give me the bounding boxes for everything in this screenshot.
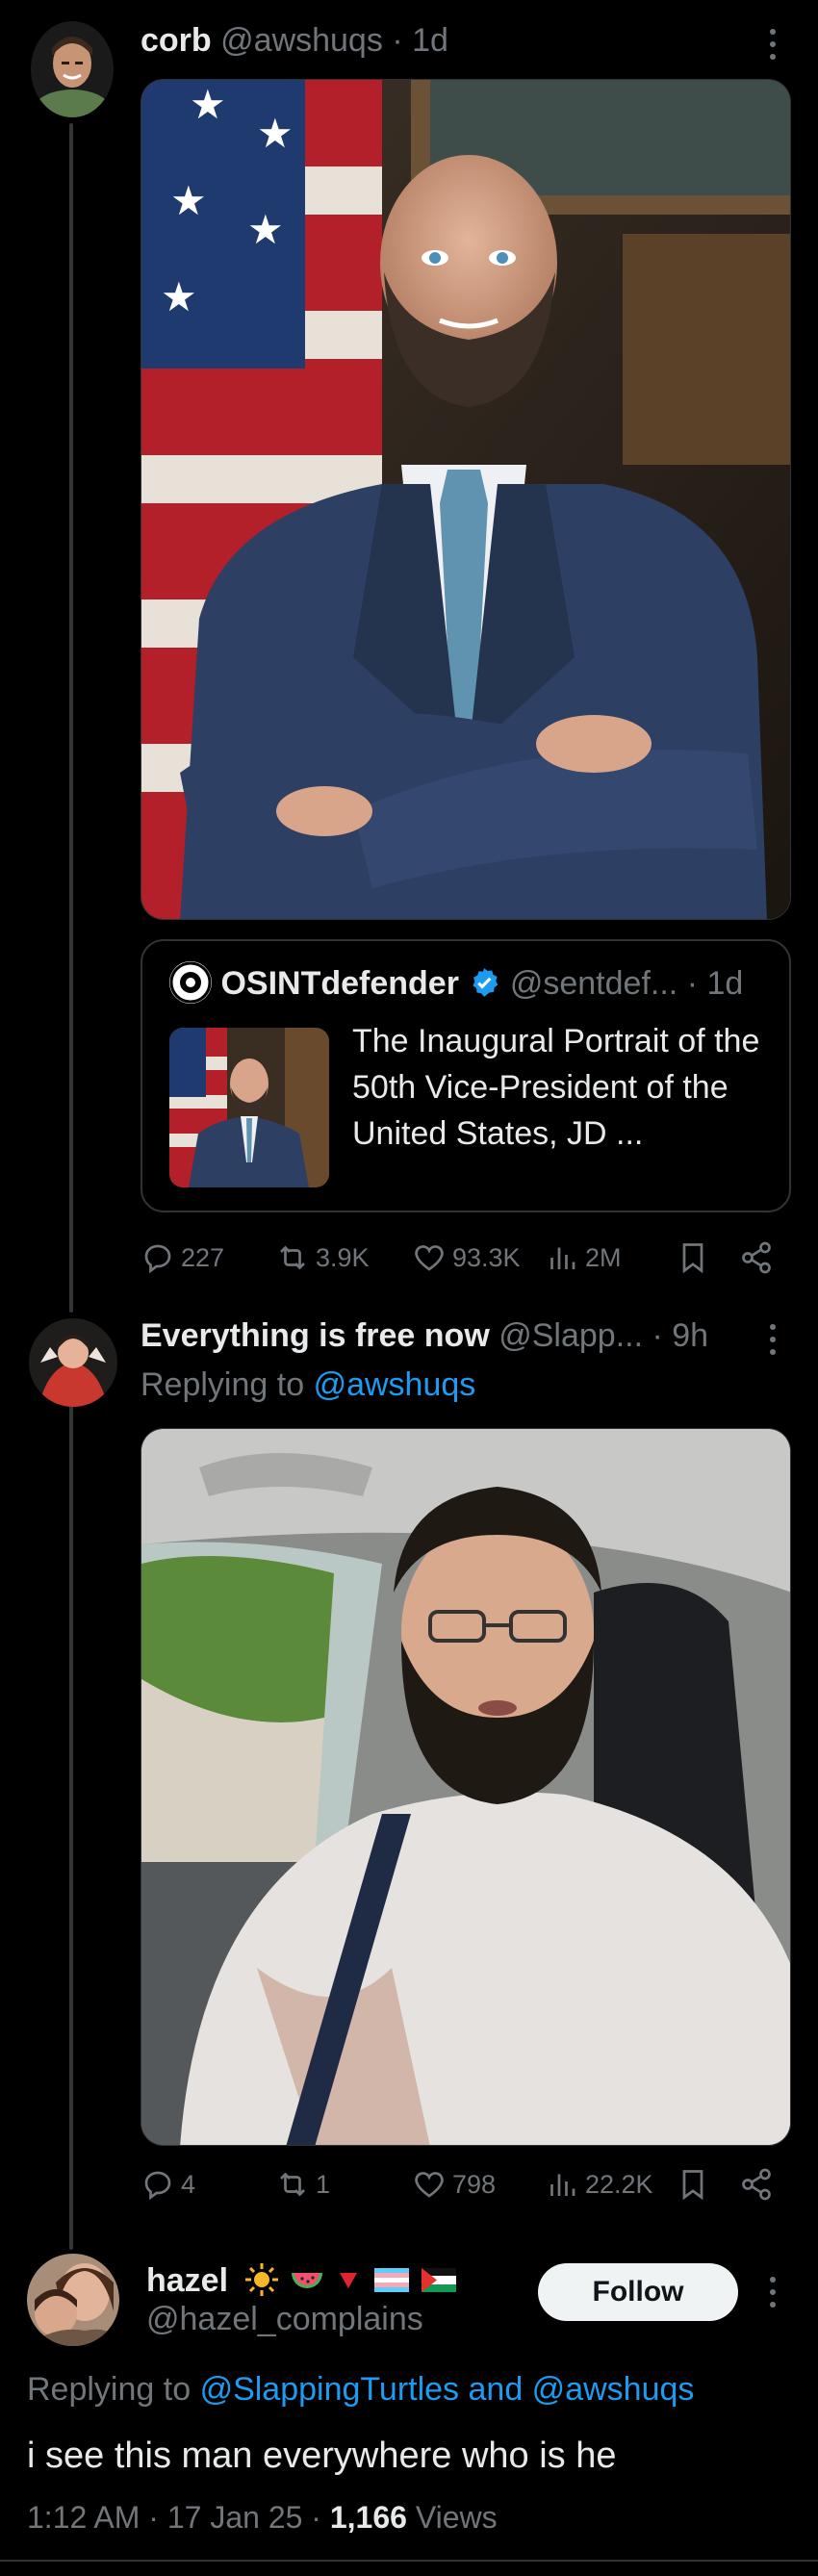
author-handle[interactable]: @hazel_complains — [146, 2301, 423, 2337]
views-count: 1,166 — [329, 2500, 407, 2535]
watermelon-emoji-icon — [289, 2261, 325, 2298]
view-count: 2M — [585, 1242, 622, 1272]
reply-icon — [144, 2171, 171, 2201]
quote-thumbnail[interactable] — [169, 1028, 329, 1187]
quote-text: The Inaugural Portrait of the 50th Vice-… — [352, 1023, 760, 1152]
sun-emoji-icon — [243, 2261, 280, 2298]
svg-text:★: ★ — [257, 110, 294, 157]
svg-text:★: ★ — [161, 273, 197, 320]
reply-button[interactable]: 4 — [141, 2160, 195, 2208]
views-button[interactable]: 2M — [545, 1234, 622, 1282]
trans-flag-icon — [372, 2261, 411, 2298]
avatar[interactable] — [29, 1318, 117, 1407]
avatar[interactable] — [31, 21, 114, 117]
post-time[interactable]: · 1d — [392, 22, 448, 59]
share-icon — [742, 2168, 771, 2201]
action-bar: 4 1 798 22.2K — [141, 2160, 791, 2208]
follow-button[interactable]: Follow — [538, 2263, 738, 2321]
post-header: corb @awshuqs · 1d — [141, 21, 448, 60]
thread-line — [69, 1374, 73, 2250]
post-meta: 1:12 AM · 17 Jan 25 · 1,166 Views — [27, 2496, 498, 2538]
author-handle[interactable]: @Slapp... — [498, 1317, 643, 1354]
share-button[interactable] — [739, 2160, 774, 2208]
repost-button[interactable]: 1 — [275, 2160, 330, 2208]
like-icon — [415, 2172, 444, 2198]
share-button[interactable] — [739, 1234, 774, 1282]
more-icon[interactable] — [758, 25, 787, 64]
views-label: Views — [406, 2500, 498, 2535]
like-count: 93.3K — [452, 1242, 521, 1272]
like-button[interactable]: 93.3K — [412, 1234, 521, 1282]
replying-to-link[interactable]: @SlappingTurtles and @awshuqs — [200, 2371, 695, 2408]
more-icon[interactable] — [758, 1320, 787, 1359]
repost-icon — [280, 1245, 305, 1270]
quote-header: OSINTdefender @sentdef... · 1d — [169, 961, 744, 1007]
repost-count: 3.9K — [316, 1242, 370, 1272]
reply-count: 227 — [181, 1242, 225, 1272]
red-triangle-icon — [334, 2261, 363, 2298]
post-text: i see this man everywhere who is he — [27, 2436, 617, 2476]
quote-avatar[interactable] — [169, 961, 212, 1005]
views-icon — [550, 1247, 575, 1269]
svg-text:★: ★ — [170, 177, 207, 224]
reply-count: 4 — [181, 2169, 196, 2199]
more-icon[interactable] — [758, 2273, 787, 2311]
bookmark-button[interactable] — [676, 1234, 710, 1282]
action-bar: 227 3.9K 93.3K 2M — [141, 1234, 791, 1282]
bookmark-icon — [682, 1243, 703, 1274]
bookmark-button[interactable] — [676, 2160, 710, 2208]
svg-text:★: ★ — [247, 206, 284, 253]
quoted-post[interactable]: OSINTdefender @sentdef... · 1d The Inaug… — [141, 939, 791, 1212]
replying-label: Replying to — [27, 2371, 192, 2408]
like-button[interactable]: 798 — [412, 2160, 496, 2208]
repost-count: 1 — [316, 2169, 331, 2199]
replying-label: Replying to — [141, 1366, 305, 1403]
like-count: 798 — [452, 2169, 497, 2199]
thread-page: corb @awshuqs · 1d ★ ★ ★ ★ ★ OSINTdefend… — [0, 0, 818, 2576]
svg-text:★: ★ — [190, 81, 226, 128]
divider — [0, 2560, 818, 2562]
post-header: Everything is free now @Slapp... · 9h — [141, 1316, 708, 1355]
author-name[interactable]: corb — [141, 22, 212, 59]
replying-to: Replying to @awshuqs — [141, 1365, 475, 1405]
post-timestamp[interactable]: 1:12 AM · 17 Jan 25 · — [27, 2500, 330, 2535]
view-count: 22.2K — [585, 2169, 653, 2199]
reply-icon — [144, 1244, 171, 1274]
post-image[interactable] — [141, 1428, 791, 2146]
post-image[interactable]: ★ ★ ★ ★ ★ — [141, 79, 791, 920]
reply-button[interactable]: 227 — [141, 1234, 224, 1282]
bookmark-icon — [682, 2170, 703, 2201]
thread-line — [69, 123, 73, 1313]
author-handle[interactable]: @awshuqs — [220, 22, 383, 59]
quote-author-handle[interactable]: @sentdef... — [510, 965, 677, 1002]
post-time[interactable]: · 9h — [652, 1317, 708, 1354]
author-name[interactable]: Everything is free now — [141, 1317, 490, 1354]
share-icon — [742, 1241, 771, 1274]
quote-author-name[interactable]: OSINTdefender — [220, 965, 458, 1002]
palestine-flag-icon — [420, 2261, 458, 2298]
verified-icon — [468, 966, 500, 999]
views-button[interactable]: 22.2K — [545, 2160, 653, 2208]
post-header: hazel — [146, 2261, 458, 2301]
quote-time[interactable]: · 1d — [687, 965, 744, 1002]
author-name[interactable]: hazel — [146, 2262, 228, 2299]
like-icon — [415, 1245, 444, 1271]
repost-icon — [280, 2172, 305, 2197]
replying-to: Replying to @SlappingTurtles and @awshuq… — [27, 2369, 694, 2410]
replying-to-link[interactable]: @awshuqs — [314, 1366, 476, 1403]
views-icon — [550, 2174, 575, 2196]
author-handle-row: @hazel_complains — [146, 2300, 423, 2338]
repost-button[interactable]: 3.9K — [275, 1234, 370, 1282]
avatar[interactable] — [27, 2254, 119, 2346]
